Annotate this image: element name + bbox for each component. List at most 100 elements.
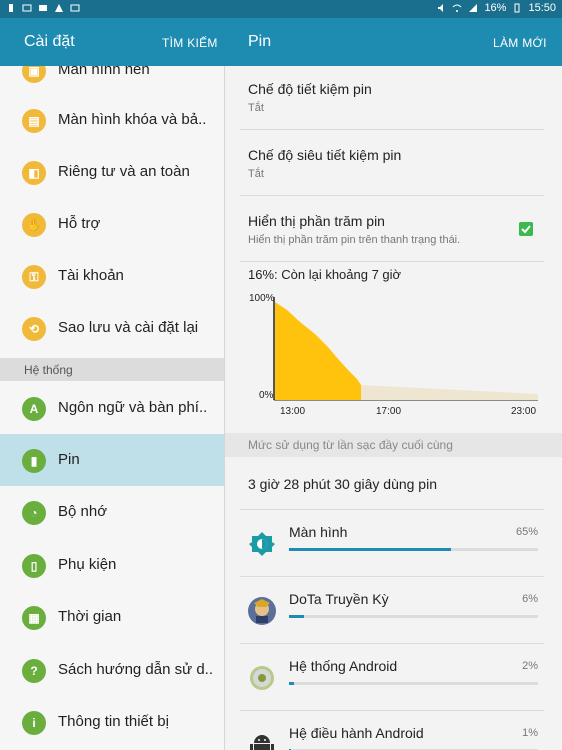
battery-usage-chart: 100% 0% 13:00 17:00 23:00 xyxy=(249,293,538,417)
warning-icon xyxy=(55,4,63,12)
calendar-icon: ▦ xyxy=(22,606,46,630)
chart-projection-area xyxy=(360,385,538,400)
battery-page-title: Pin xyxy=(248,33,272,50)
info-icon: i xyxy=(22,711,46,735)
usage-name: Hệ thống Android xyxy=(289,658,398,674)
sidebar-item-label: Sách hướng dẫn sử d.. xyxy=(58,661,214,678)
chart-y-top-label: 100% xyxy=(249,293,275,304)
power-saving-value: Tắt xyxy=(248,102,264,114)
sidebar-item-privacy[interactable]: ◧ Riêng tư và an toàn xyxy=(0,146,224,198)
sidebar-item-battery[interactable]: ▮ Pin xyxy=(0,434,224,486)
chart-x-label: 17:00 xyxy=(376,406,401,417)
sidebar-item-label: Riêng tư và an toàn xyxy=(58,163,190,180)
battery-icon: ▮ xyxy=(22,449,46,473)
usage-row-screen[interactable]: Màn hình 65% xyxy=(225,510,562,576)
usage-bar xyxy=(289,682,538,685)
android-system-icon xyxy=(250,666,274,690)
usage-bar-fill xyxy=(289,548,451,551)
divider xyxy=(240,129,544,130)
sidebar-item-label: Thời gian xyxy=(58,608,122,625)
chart-x-label: 13:00 xyxy=(280,406,305,417)
battery-percent-text: 16% xyxy=(484,2,507,14)
phone-icon xyxy=(9,4,13,12)
settings-sidebar: ▣ Màn hình nền ▤ Màn hình khóa và bả.. ◧… xyxy=(0,66,224,750)
sidebar-item-lock-screen[interactable]: ▤ Màn hình khóa và bả.. xyxy=(0,94,224,146)
usage-bar-fill xyxy=(289,615,304,618)
sidebar-item-label: Màn hình khóa và bả.. xyxy=(58,111,207,128)
brightness-icon xyxy=(249,532,275,556)
sidebar-item-label: Màn hình nền xyxy=(58,66,150,78)
usage-name: Hệ điều hành Android xyxy=(289,725,424,741)
usage-percent: 1% xyxy=(522,727,538,739)
notification-icons xyxy=(6,3,80,13)
sidebar-item-accounts[interactable]: ⚿ Tài khoản xyxy=(0,250,224,302)
android-os-icon xyxy=(250,735,274,750)
usage-row-android-system[interactable]: Hệ thống Android 2% xyxy=(225,644,562,710)
sidebar-item-wallpaper[interactable]: ▣ Màn hình nền xyxy=(0,66,224,96)
usage-row-android-os[interactable]: Hệ điều hành Android 1% xyxy=(225,711,562,750)
usage-bar-fill xyxy=(289,682,294,685)
usage-percent: 6% xyxy=(522,593,538,605)
usage-name: Màn hình xyxy=(289,524,348,540)
wallpaper-icon: ▣ xyxy=(22,66,46,83)
lock-icon: ▤ xyxy=(22,109,46,133)
sidebar-item-label: Tài khoản xyxy=(58,267,124,284)
battery-summary: 16%: Còn lại khoảng 7 giờ xyxy=(248,267,402,282)
usage-percent: 65% xyxy=(515,526,538,538)
manual-icon: ? xyxy=(22,659,46,683)
sidebar-item-label: Phụ kiện xyxy=(58,556,117,573)
sidebar-item-user-manual[interactable]: ? Sách hướng dẫn sử d.. xyxy=(0,644,224,696)
divider xyxy=(240,195,544,196)
ultra-power-saving-value: Tắt xyxy=(248,168,264,180)
backup-icon: ⟲ xyxy=(22,317,46,341)
usage-bar xyxy=(289,615,538,618)
sidebar-item-label: Hỗ trợ xyxy=(58,215,101,232)
show-percent-checkbox[interactable] xyxy=(519,222,533,236)
usage-name: DoTa Truyền Kỳ xyxy=(289,591,389,607)
power-saving-title: Chế độ tiết kiệm pin xyxy=(248,81,372,97)
sidebar-item-storage[interactable]: ◔ Bộ nhớ xyxy=(0,486,224,538)
accessory-icon: ▯ xyxy=(22,554,46,578)
mute-icon xyxy=(438,4,444,12)
ultra-power-saving-title: Chế độ siêu tiết kiệm pin xyxy=(248,147,402,163)
sidebar-item-label: Sao lưu và cài đặt lại xyxy=(58,319,199,336)
chart-y-bottom-label: 0% xyxy=(259,390,274,401)
search-button[interactable]: TÌM KIẾM xyxy=(162,36,218,50)
sidebar-item-date-time[interactable]: ▦ Thời gian xyxy=(0,591,224,643)
app-bar: Cài đặt TÌM KIẾM Pin LÀM MỚI xyxy=(0,18,562,66)
signal-icon xyxy=(469,4,478,12)
usage-section-header: Mức sử dụng từ lần sạc đầy cuối cùng xyxy=(225,433,562,457)
wifi-icon xyxy=(453,4,462,12)
usage-row-dota[interactable]: DoTa Truyền Kỳ 6% xyxy=(225,577,562,643)
chart-usage-area xyxy=(275,302,361,400)
show-percent-title: Hiển thị phần trăm pin xyxy=(248,213,385,229)
sidebar-item-label: Thông tin thiết bị xyxy=(58,713,169,730)
hand-icon: ✋ xyxy=(22,213,46,237)
sidebar-item-accessories[interactable]: ▯ Phụ kiện xyxy=(0,539,224,591)
sidebar-item-device-info[interactable]: i Thông tin thiết bị xyxy=(0,696,224,748)
battery-panel: Chế độ tiết kiệm pin Tắt Chế độ siêu tiế… xyxy=(225,66,562,750)
usage-bar xyxy=(289,548,538,551)
sidebar-item-backup[interactable]: ⟲ Sao lưu và cài đặt lại xyxy=(0,302,224,354)
language-icon: A xyxy=(22,397,46,421)
sidebar-item-label: Pin xyxy=(58,451,80,468)
refresh-button[interactable]: LÀM MỚI xyxy=(493,36,547,50)
divider xyxy=(240,261,544,262)
sidebar-item-label: Ngôn ngữ và bàn phí.. xyxy=(58,399,208,416)
total-usage-time: 3 giờ 28 phút 30 giây dùng pin xyxy=(248,476,437,492)
photo-icon xyxy=(22,4,32,12)
chart-x-label: 23:00 xyxy=(511,406,536,417)
settings-title: Cài đặt xyxy=(24,33,75,50)
sidebar-item-language[interactable]: A Ngôn ngữ và bàn phí.. xyxy=(0,382,224,434)
storage-icon: ◔ xyxy=(22,501,46,525)
system-icons: 16% 15:50 xyxy=(436,2,556,14)
key-icon: ⚿ xyxy=(22,265,46,289)
game-icon xyxy=(248,597,276,625)
sidebar-item-accessibility[interactable]: ✋ Hỗ trợ xyxy=(0,198,224,250)
battery-icon xyxy=(514,3,520,13)
status-bar: 16% 15:50 xyxy=(0,0,562,18)
show-percent-desc: Hiển thị phần trăm pin trên thanh trạng … xyxy=(248,234,461,246)
system-section-header: Hệ thống xyxy=(0,358,224,381)
mail-icon xyxy=(39,5,47,11)
clock: 15:50 xyxy=(528,2,556,14)
